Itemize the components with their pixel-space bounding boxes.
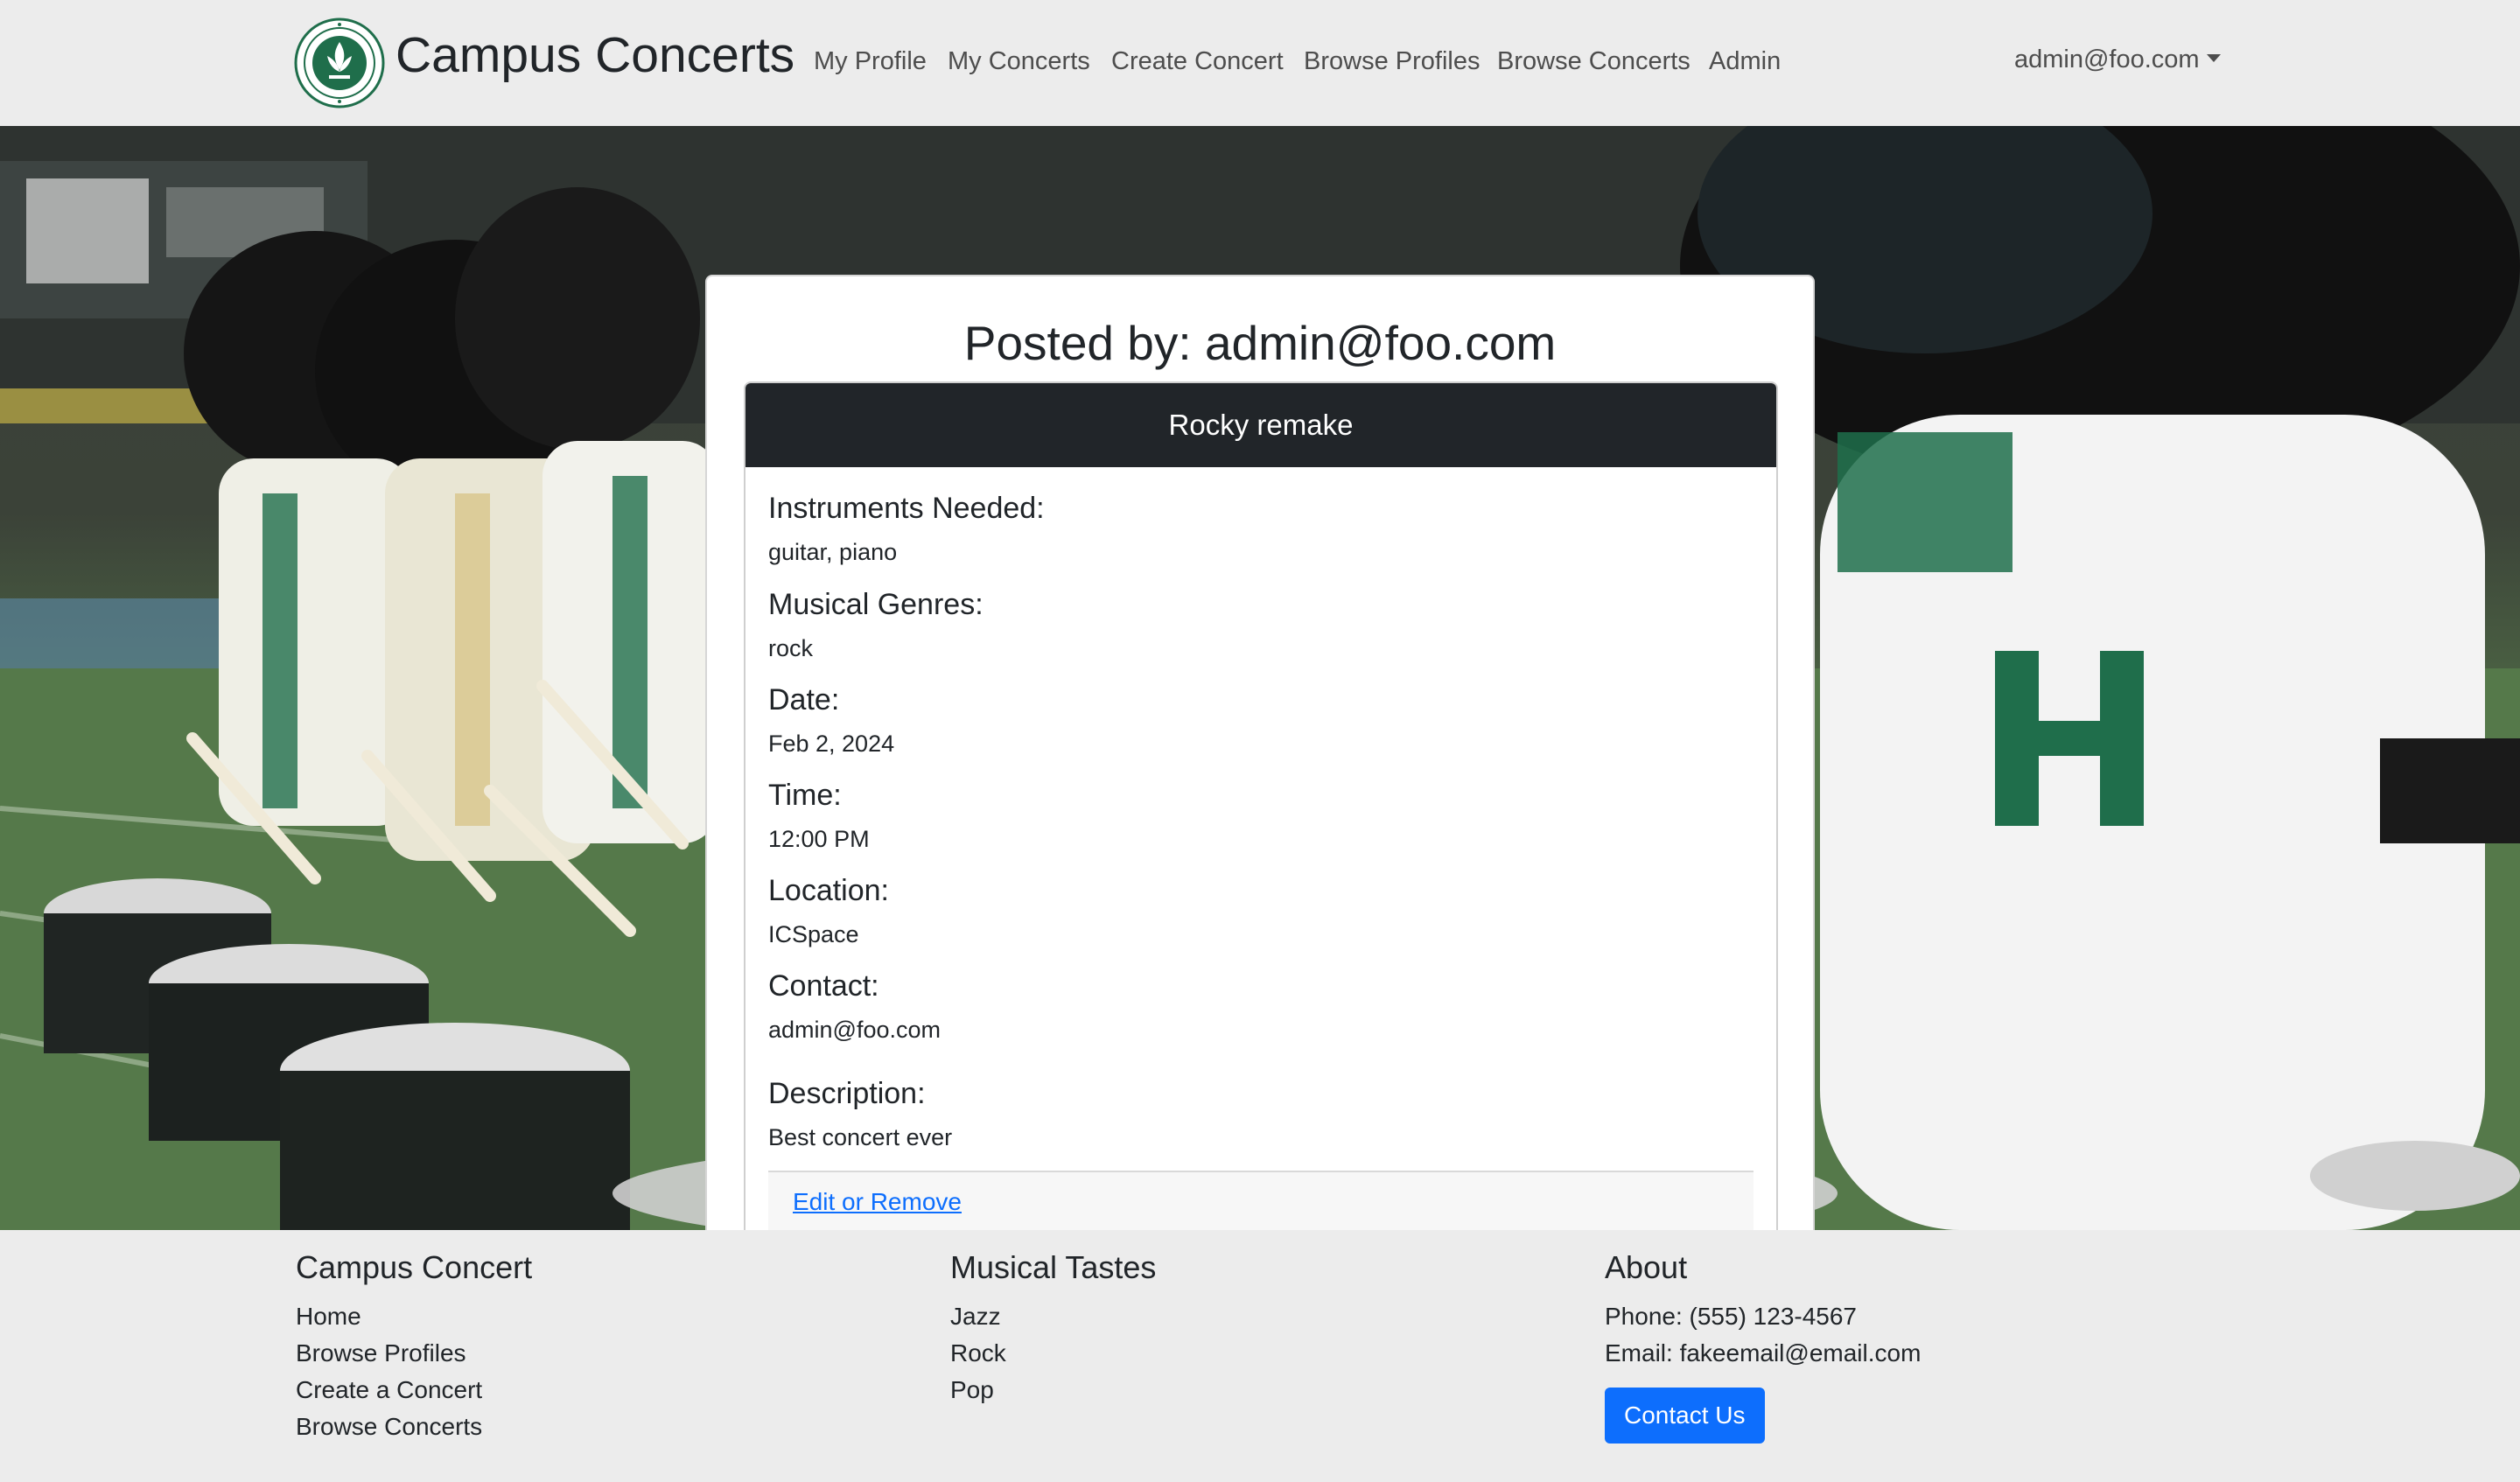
instruments-label: Instruments Needed: <box>768 492 1045 525</box>
card-footer: Edit or Remove <box>768 1171 1754 1230</box>
nav-link-admin[interactable]: Admin <box>1709 47 1781 76</box>
time-value: 12:00 PM <box>768 826 870 852</box>
description-label: Description: <box>768 1077 926 1110</box>
caret-down-icon <box>2206 54 2221 62</box>
footer-phone: Phone: (555) 123-4567 <box>1605 1303 1857 1330</box>
footer-link-create-concert[interactable]: Create a Concert <box>296 1372 532 1409</box>
date-label: Date: <box>768 683 840 717</box>
footer-link-home[interactable]: Home <box>296 1298 532 1335</box>
location-label: Location: <box>768 874 889 907</box>
footer-link-browse-concerts[interactable]: Browse Concerts <box>296 1409 532 1445</box>
nav-link-my-profile[interactable]: My Profile <box>814 47 927 76</box>
footer-col-musical-tastes: Musical Tastes Jazz Rock Pop <box>950 1249 1156 1409</box>
genres-value: rock <box>768 635 814 661</box>
footer: Campus Concert Home Browse Profiles Crea… <box>0 1230 2520 1482</box>
date-value: Feb 2, 2024 <box>768 731 895 757</box>
time-label: Time: <box>768 779 842 812</box>
nav-link-browse-concerts[interactable]: Browse Concerts <box>1497 47 1690 76</box>
instruments-value: guitar, piano <box>768 539 898 565</box>
footer-col-campus-concert: Campus Concert Home Browse Profiles Crea… <box>296 1249 532 1445</box>
footer-heading-campus-concert: Campus Concert <box>296 1249 533 1285</box>
navbar: Campus Concerts My Profile My Concerts C… <box>0 0 2520 126</box>
footer-col-about: About Phone: (555) 123-4567 Email: fakee… <box>1605 1249 1921 1444</box>
user-email: admin@foo.com <box>2014 45 2200 73</box>
concert-title: Rocky remake <box>746 383 1776 467</box>
footer-link-jazz[interactable]: Jazz <box>950 1298 1156 1335</box>
concert-card: Rocky remake Instruments Needed: guitar,… <box>744 381 1778 1230</box>
concert-panel: Posted by: admin@foo.com Rocky remake In… <box>705 275 1815 1230</box>
nav-link-create-concert[interactable]: Create Concert <box>1111 47 1284 76</box>
footer-email: Email: fakeemail@email.com <box>1605 1339 1922 1367</box>
user-dropdown[interactable]: admin@foo.com <box>2014 45 2221 74</box>
contact-value: admin@foo.com <box>768 1017 941 1043</box>
footer-link-rock[interactable]: Rock <box>950 1335 1156 1372</box>
brand-name[interactable]: Campus Concerts <box>396 26 794 84</box>
description-value: Best concert ever <box>768 1124 953 1150</box>
nav-link-browse-profiles[interactable]: Browse Profiles <box>1304 47 1480 76</box>
genres-label: Musical Genres: <box>768 588 984 621</box>
nav-link-my-concerts[interactable]: My Concerts <box>948 47 1090 76</box>
edit-or-remove-link[interactable]: Edit or Remove <box>793 1188 962 1216</box>
university-seal-icon[interactable] <box>294 17 385 108</box>
footer-link-pop[interactable]: Pop <box>950 1372 1156 1409</box>
footer-heading-about: About <box>1605 1249 1688 1285</box>
location-value: ICSpace <box>768 921 859 947</box>
hero-background: Posted by: admin@foo.com Rocky remake In… <box>0 126 2520 1230</box>
footer-link-browse-profiles[interactable]: Browse Profiles <box>296 1335 532 1372</box>
footer-heading-musical-tastes: Musical Tastes <box>950 1249 1157 1285</box>
contact-label: Contact: <box>768 969 879 1003</box>
contact-us-button[interactable]: Contact Us <box>1605 1388 1765 1444</box>
posted-by-heading: Posted by: admin@foo.com <box>963 316 1557 370</box>
